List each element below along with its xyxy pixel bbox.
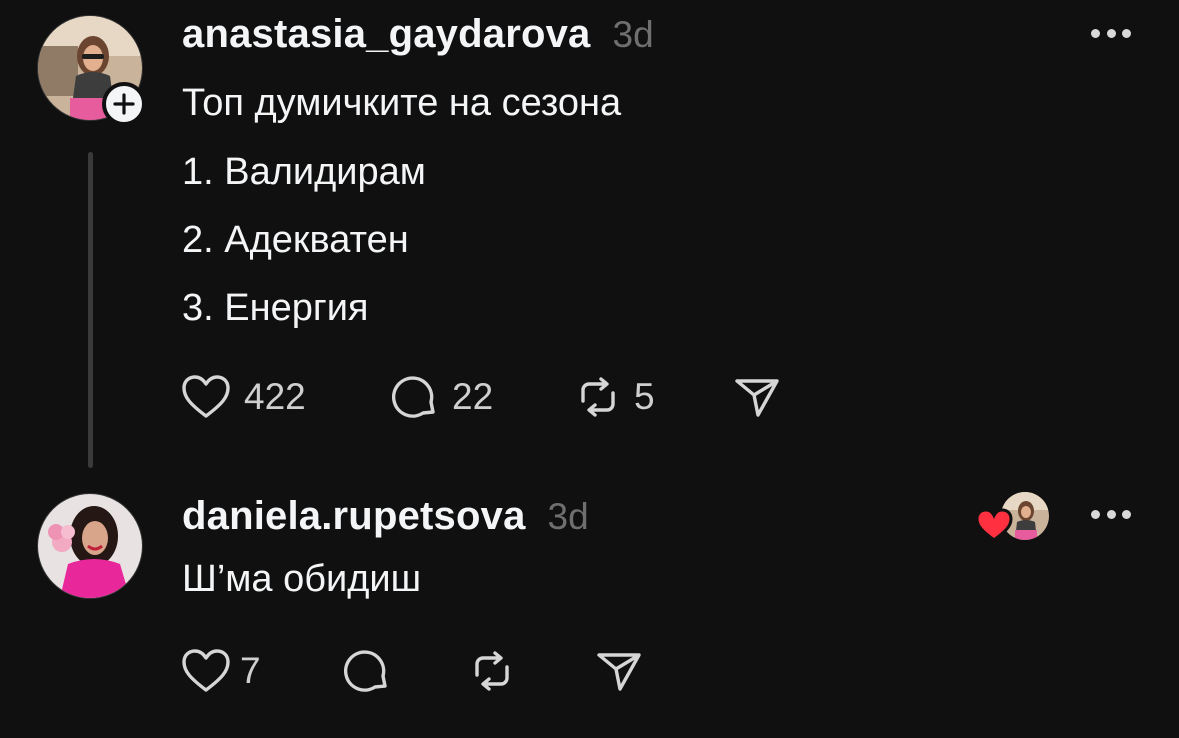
post-actions: 7: [180, 646, 644, 696]
thread-line: [88, 152, 93, 468]
heart-icon: [182, 649, 230, 692]
thread-view: anastasia_gaydarova 3d Топ думичките на …: [0, 0, 1179, 738]
post-actions: 422 22 5: [180, 372, 782, 422]
post-header: anastasia_gaydarova 3d: [182, 12, 654, 57]
like-count: 7: [240, 650, 261, 691]
heart-icon: [182, 375, 230, 418]
timestamp: 3d: [547, 496, 589, 537]
comment-icon: [392, 376, 435, 418]
post-text-line: Топ думичките на сезона: [182, 82, 622, 124]
post-header: daniela.rupetsova 3d: [182, 494, 589, 539]
repost-icon: [581, 377, 615, 417]
liked-by-author-indicator: [975, 490, 1051, 542]
username[interactable]: anastasia_gaydarova: [182, 12, 591, 57]
thread-reply: daniela.rupetsova 3d Ш’ма обидиш 7: [0, 470, 1179, 738]
share-button[interactable]: [732, 373, 782, 421]
share-button[interactable]: [594, 647, 644, 695]
more-icon[interactable]: [1091, 508, 1131, 520]
send-icon: [735, 379, 779, 417]
reply-count: 22: [452, 376, 494, 417]
follow-button[interactable]: [102, 82, 146, 126]
more-icon[interactable]: [1091, 27, 1131, 39]
avatar[interactable]: [37, 493, 143, 599]
repost-button[interactable]: [468, 647, 594, 695]
post-text-line: 2. Адекватен: [182, 219, 409, 261]
repost-button[interactable]: 5: [574, 373, 732, 421]
reply-button[interactable]: [342, 646, 468, 696]
repost-icon: [475, 651, 509, 691]
plus-icon: [113, 93, 135, 115]
post-text-line: 3. Енергия: [182, 287, 369, 329]
avatar-photo: [38, 494, 142, 598]
username[interactable]: daniela.rupetsova: [182, 494, 526, 539]
like-button[interactable]: 422: [180, 373, 390, 421]
like-count: 422: [244, 376, 306, 417]
send-icon: [597, 653, 641, 691]
post-text-line: 1. Валидирам: [182, 151, 426, 193]
repost-count: 5: [634, 376, 655, 417]
heart-icon: [975, 508, 1013, 542]
thread-post: anastasia_gaydarova 3d Топ думичките на …: [0, 0, 1179, 470]
like-button[interactable]: 7: [180, 647, 342, 695]
post-text-line: Ш’ма обидиш: [182, 558, 422, 600]
timestamp: 3d: [612, 14, 654, 55]
comment-icon: [344, 650, 387, 692]
reply-button[interactable]: 22: [390, 372, 574, 422]
